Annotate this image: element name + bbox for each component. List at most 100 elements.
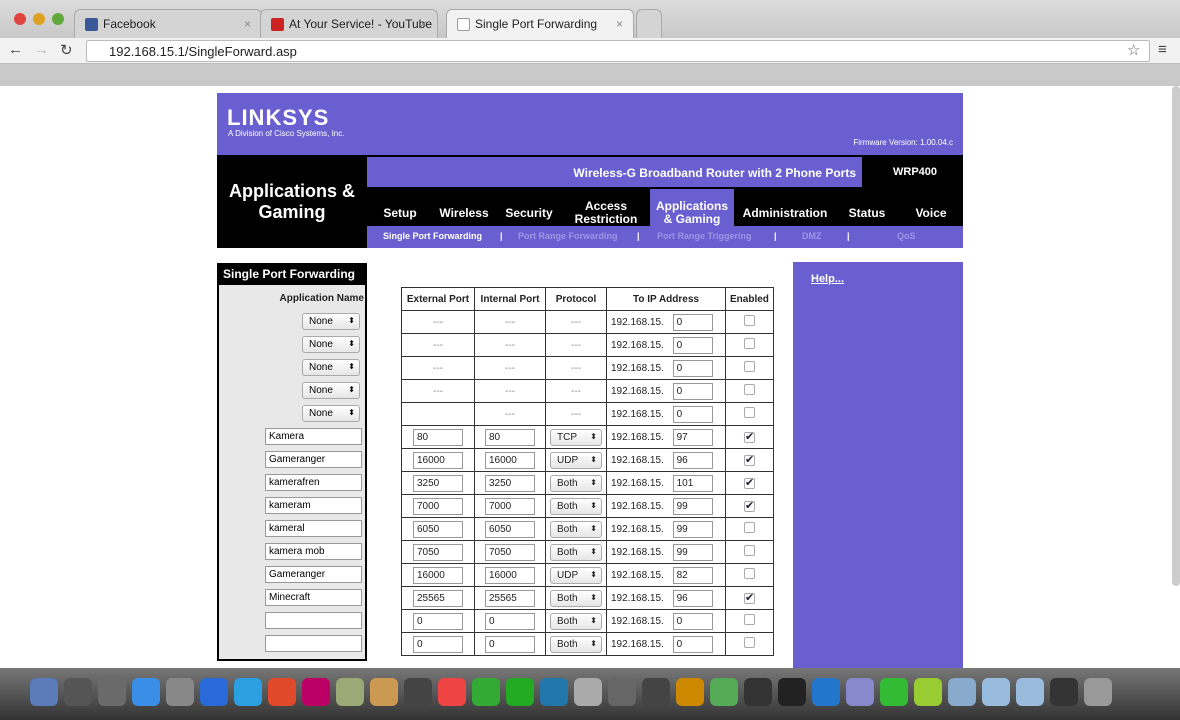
tab-single-port-forwarding[interactable]: Single Port Forwarding × bbox=[446, 9, 634, 38]
nav-status[interactable]: Status bbox=[842, 196, 892, 230]
dock-app-icon[interactable] bbox=[710, 678, 738, 706]
dock-app-icon[interactable] bbox=[234, 678, 262, 706]
ip-last-octet-input[interactable]: 0 bbox=[672, 336, 713, 354]
nav-setup[interactable]: Setup bbox=[377, 196, 423, 230]
dock-app-icon[interactable] bbox=[438, 678, 466, 706]
application-name-input[interactable]: kamerafren bbox=[265, 474, 362, 491]
close-tab-icon[interactable]: × bbox=[616, 17, 623, 31]
tab-facebook[interactable]: Facebook × bbox=[74, 9, 262, 38]
ip-last-octet-input[interactable]: 0 bbox=[672, 405, 713, 423]
int-port-input[interactable]: 6050 bbox=[485, 520, 535, 538]
application-name-input[interactable]: kameral bbox=[265, 520, 362, 537]
tab-youtube[interactable]: At Your Service! - YouTube × bbox=[260, 9, 438, 38]
enabled-checkbox[interactable] bbox=[743, 361, 755, 372]
protocol-select[interactable]: Both bbox=[550, 520, 602, 538]
application-select[interactable]: None bbox=[302, 359, 360, 376]
protocol-select[interactable]: TCP bbox=[550, 428, 602, 446]
application-name-input[interactable]: Kamera bbox=[265, 428, 362, 445]
enabled-checkbox[interactable]: ✔ bbox=[743, 431, 755, 443]
ext-port-input[interactable]: 6050 bbox=[413, 520, 463, 538]
application-name-input[interactable] bbox=[265, 612, 362, 629]
application-select[interactable]: None bbox=[302, 336, 360, 353]
enabled-checkbox[interactable] bbox=[743, 407, 755, 418]
ip-last-octet-input[interactable]: 96 bbox=[672, 589, 713, 607]
application-select[interactable]: None bbox=[302, 313, 360, 330]
ip-last-octet-input[interactable]: 0 bbox=[672, 313, 713, 331]
dock-app-icon[interactable] bbox=[778, 678, 806, 706]
ip-last-octet-input[interactable]: 96 bbox=[672, 451, 713, 469]
dock-app-icon[interactable] bbox=[506, 678, 534, 706]
application-name-input[interactable]: kamera mob bbox=[265, 543, 362, 560]
nav-access-restriction[interactable]: Access Restriction bbox=[568, 196, 644, 230]
nav-voice[interactable]: Voice bbox=[906, 196, 956, 230]
dock-app-icon[interactable] bbox=[370, 678, 398, 706]
application-name-input[interactable] bbox=[265, 635, 362, 652]
dock-app-icon[interactable] bbox=[880, 678, 908, 706]
dock-app-icon[interactable] bbox=[1050, 678, 1078, 706]
minimize-window-icon[interactable] bbox=[33, 13, 45, 25]
ip-last-octet-input[interactable]: 0 bbox=[672, 382, 713, 400]
enabled-checkbox[interactable]: ✔ bbox=[743, 500, 755, 512]
protocol-select[interactable]: UDP bbox=[550, 451, 602, 469]
enabled-checkbox[interactable] bbox=[743, 522, 755, 533]
application-name-input[interactable]: Gameranger bbox=[265, 566, 362, 583]
subnav-single-port-forwarding[interactable]: Single Port Forwarding bbox=[383, 231, 482, 241]
ext-port-input[interactable]: 25565 bbox=[413, 589, 463, 607]
dock-app-icon[interactable] bbox=[846, 678, 874, 706]
dock-app-icon[interactable] bbox=[166, 678, 194, 706]
dock-app-icon[interactable] bbox=[642, 678, 670, 706]
application-name-input[interactable]: Gameranger bbox=[265, 451, 362, 468]
ext-port-input[interactable]: 16000 bbox=[413, 566, 463, 584]
ip-last-octet-input[interactable]: 0 bbox=[672, 635, 713, 653]
zoom-window-icon[interactable] bbox=[52, 13, 64, 25]
new-tab-button[interactable] bbox=[636, 9, 662, 38]
subnav-qos[interactable]: QoS bbox=[897, 231, 916, 241]
ip-last-octet-input[interactable]: 97 bbox=[672, 428, 713, 446]
dock-app-icon[interactable] bbox=[812, 678, 840, 706]
menu-icon[interactable]: ≡ bbox=[1158, 41, 1167, 58]
dock-app-icon[interactable] bbox=[302, 678, 330, 706]
int-port-input[interactable]: 7000 bbox=[485, 497, 535, 515]
dock-app-icon[interactable] bbox=[200, 678, 228, 706]
dock-app-icon[interactable] bbox=[676, 678, 704, 706]
protocol-select[interactable]: Both bbox=[550, 543, 602, 561]
nav-security[interactable]: Security bbox=[500, 196, 558, 230]
nav-administration[interactable]: Administration bbox=[740, 196, 830, 230]
nav-wireless[interactable]: Wireless bbox=[436, 196, 492, 230]
subnav-port-range-triggering[interactable]: Port Range Triggering bbox=[657, 231, 752, 241]
protocol-select[interactable]: UDP bbox=[550, 566, 602, 584]
ip-last-octet-input[interactable]: 99 bbox=[672, 543, 713, 561]
ip-last-octet-input[interactable]: 0 bbox=[672, 359, 713, 377]
enabled-checkbox[interactable] bbox=[743, 614, 755, 625]
int-port-input[interactable]: 80 bbox=[485, 428, 535, 446]
dock-app-icon[interactable] bbox=[574, 678, 602, 706]
dock-app-icon[interactable] bbox=[472, 678, 500, 706]
subnav-dmz[interactable]: DMZ bbox=[802, 231, 822, 241]
application-select[interactable]: None bbox=[302, 405, 360, 422]
dock-app-icon[interactable] bbox=[914, 678, 942, 706]
back-icon[interactable]: ← bbox=[8, 41, 23, 58]
close-tab-icon[interactable]: × bbox=[420, 17, 427, 31]
bookmark-star-icon[interactable]: ☆ bbox=[1127, 41, 1140, 59]
dock-app-icon[interactable] bbox=[336, 678, 364, 706]
enabled-checkbox[interactable] bbox=[743, 315, 755, 326]
int-port-input[interactable]: 7050 bbox=[485, 543, 535, 561]
application-select[interactable]: None bbox=[302, 382, 360, 399]
dock-app-icon[interactable] bbox=[64, 678, 92, 706]
dock-app-icon[interactable] bbox=[982, 678, 1010, 706]
dock-app-icon[interactable] bbox=[98, 678, 126, 706]
enabled-checkbox[interactable] bbox=[743, 545, 755, 556]
ext-port-input[interactable]: 0 bbox=[413, 635, 463, 653]
dock-app-icon[interactable] bbox=[608, 678, 636, 706]
dock-app-icon[interactable] bbox=[268, 678, 296, 706]
dock-app-icon[interactable] bbox=[132, 678, 160, 706]
int-port-input[interactable]: 25565 bbox=[485, 589, 535, 607]
int-port-input[interactable]: 16000 bbox=[485, 451, 535, 469]
nav-applications-gaming[interactable]: Applications & Gaming bbox=[652, 196, 732, 230]
close-tab-icon[interactable]: × bbox=[244, 17, 251, 31]
int-port-input[interactable]: 16000 bbox=[485, 566, 535, 584]
protocol-select[interactable]: Both bbox=[550, 589, 602, 607]
dock-app-icon[interactable] bbox=[540, 678, 568, 706]
dock-app-icon[interactable] bbox=[744, 678, 772, 706]
protocol-select[interactable]: Both bbox=[550, 612, 602, 630]
